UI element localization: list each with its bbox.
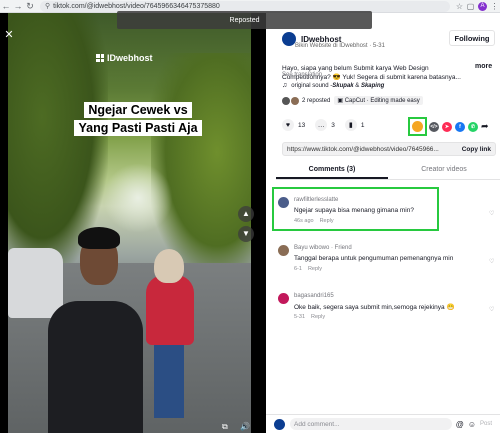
extensions-icon[interactable]: ▢	[465, 2, 476, 11]
repost-share-button[interactable]	[408, 117, 427, 136]
brand-name: IDwebhost	[107, 53, 153, 63]
sound-prefix: original sound -	[291, 82, 333, 89]
tab-comments[interactable]: Comments (3)	[276, 164, 388, 179]
video-person-woman	[146, 275, 194, 345]
add-comment-input[interactable]: Add comment...	[290, 418, 452, 430]
repost-count: 2 reposted	[302, 97, 331, 104]
caption-line-2: Yang Pasti Pasti Aja	[74, 120, 202, 136]
video-brand-watermark: IDwebhost	[96, 53, 153, 63]
video-player[interactable]: ✕ IDwebhost Ngejar Cewek vs Yang Pasti P…	[0, 13, 266, 433]
heart-icon: ♥	[282, 119, 294, 131]
comment-text: Tanggal berapa untuk pengumuman pemenang…	[294, 255, 454, 262]
repost-avatar	[282, 96, 290, 105]
next-video-button[interactable]: ▼	[238, 226, 254, 242]
author-avatar[interactable]	[282, 32, 296, 46]
embed-icon[interactable]: </>	[429, 121, 439, 132]
video-caption: Ngejar Cewek vs Yang Pasti Pasti Aja	[58, 101, 218, 137]
whatsapp-icon[interactable]: ✆	[468, 121, 478, 132]
share-arrow-icon[interactable]: ➦	[481, 121, 489, 132]
see-translation-link[interactable]: See translation	[282, 72, 322, 78]
sound-artist-1[interactable]: Skupak	[332, 83, 353, 89]
comment-like-icon[interactable]: ♡	[489, 306, 494, 313]
comment-text: Oke baik, segera saya submit min,semoga …	[294, 304, 455, 311]
back-icon[interactable]: ←	[0, 1, 12, 11]
brand-logo-icon	[96, 54, 104, 62]
profile-avatar[interactable]: A	[478, 1, 487, 11]
reply-button[interactable]: Reply	[308, 266, 322, 272]
caption-line-1: Ngejar Cewek vs	[84, 102, 192, 118]
share-icons: </> ➤ f ✆ ➦	[429, 121, 489, 132]
copy-link-button[interactable]: Copy link	[462, 146, 491, 153]
close-icon[interactable]: ✕	[2, 28, 16, 42]
video-frame	[8, 13, 251, 433]
emoji-icon[interactable]: ☺	[468, 420, 476, 429]
save-button[interactable]: ▮ 1	[344, 119, 365, 131]
sound-row[interactable]: ♫ original sound - Skupak & Skaping	[282, 82, 384, 89]
video-car	[8, 248, 63, 318]
copy-link-row: https://www.tiktok.com/@idwebhost/video/…	[282, 142, 496, 156]
video-sky	[103, 163, 173, 233]
following-button[interactable]: Following	[449, 30, 495, 46]
author-subtitle: Bikin Website di IDwebhost · 5-31	[295, 43, 385, 49]
comment-count: 3	[331, 121, 335, 129]
comment-like-icon[interactable]: ♡	[489, 210, 494, 217]
more-link[interactable]: more	[475, 63, 492, 70]
tab-creator-videos[interactable]: Creator videos	[388, 164, 500, 179]
like-button[interactable]: ♥ 13	[282, 119, 305, 131]
picture-in-picture-icon[interactable]: ⧉	[222, 422, 228, 432]
browser-menu-icon[interactable]: ⋮	[489, 2, 500, 11]
reposted-banner: Reposted	[117, 11, 372, 29]
forward-icon[interactable]: →	[12, 1, 24, 11]
reload-icon[interactable]: ↻	[24, 1, 36, 12]
current-user-avatar	[274, 418, 285, 430]
send-to-friends-icon[interactable]: ➤	[442, 121, 452, 132]
facebook-icon[interactable]: f	[455, 121, 465, 132]
repost-coin-icon	[412, 121, 423, 132]
commenter-avatar[interactable]	[278, 245, 289, 256]
share-link-text[interactable]: https://www.tiktok.com/@idwebhost/video/…	[287, 146, 439, 153]
repost-avatar	[291, 96, 299, 105]
post-button[interactable]: Post	[480, 421, 492, 427]
commenter-avatar[interactable]	[278, 293, 289, 304]
volume-icon[interactable]: 🔊	[240, 422, 250, 431]
comment-tabs: Comments (3) Creator videos	[276, 164, 500, 180]
commenter-name[interactable]: bagasandri165	[294, 293, 334, 299]
reply-button[interactable]: Reply	[311, 314, 325, 320]
previous-video-button[interactable]: ▲	[238, 206, 254, 222]
comment-meta: 5-31 Reply	[294, 314, 325, 320]
capcut-label: CapCut · Editing made easy	[344, 98, 420, 104]
comment-meta: 6-1 Reply	[294, 266, 322, 272]
video-person-man	[48, 301, 143, 433]
address-bar[interactable]: ⚲ tiktok.com/@idwebhost/video/7645966346…	[40, 0, 450, 12]
mention-icon[interactable]: @	[456, 420, 464, 429]
comment-composer: Add comment... @ ☺ Post	[266, 414, 500, 433]
repost-row: 2 reposted ▣ CapCut · Editing made easy	[282, 96, 423, 105]
video-person-woman-legs	[154, 343, 184, 418]
video-person-man-hair	[78, 227, 120, 249]
music-note-icon: ♫	[282, 82, 288, 89]
like-count: 13	[298, 121, 306, 129]
comment-like-icon[interactable]: ♡	[489, 258, 494, 265]
sound-artist-2[interactable]: Skaping	[361, 83, 384, 89]
comment-time: 6-1	[294, 266, 302, 272]
comment-highlight-box	[272, 187, 439, 231]
capcut-tag[interactable]: ▣ CapCut · Editing made easy	[334, 96, 423, 105]
video-person-woman-head	[154, 249, 184, 283]
comment-icon: …	[315, 119, 328, 131]
url-text: tiktok.com/@idwebhost/video/764596634647…	[53, 2, 220, 10]
capcut-icon: ▣	[337, 98, 345, 104]
commenter-name[interactable]: Bayu wibowo · Friend	[294, 245, 352, 251]
save-count: 1	[360, 121, 365, 129]
site-info-icon[interactable]: ⚲	[45, 2, 50, 10]
comment-button[interactable]: … 3	[315, 119, 335, 131]
comment-time: 5-31	[294, 314, 306, 320]
sound-joiner: &	[353, 82, 361, 89]
bookmark-icon: ▮	[344, 119, 357, 131]
bookmark-star-icon[interactable]: ☆	[454, 2, 465, 11]
